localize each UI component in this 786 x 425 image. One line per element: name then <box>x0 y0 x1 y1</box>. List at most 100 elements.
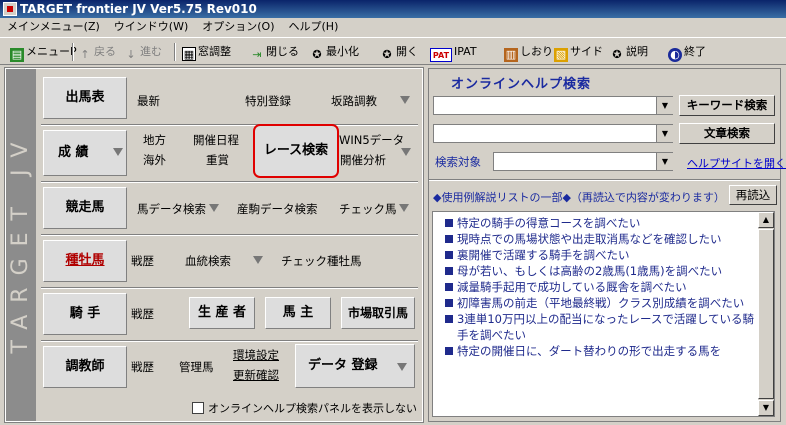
shutsuba-button[interactable]: 出馬表 <box>43 77 127 119</box>
text-combo[interactable]: ▼ <box>433 124 673 143</box>
link-meeting-analysis[interactable]: 開催分析 <box>340 152 386 168</box>
chevron-down-icon[interactable] <box>113 148 123 156</box>
toolbar-help[interactable]: ✪ 説明 <box>610 43 648 61</box>
example-list-header: ◆使用例解説リストの一部◆（再読込で内容が変わります） <box>433 191 725 204</box>
link-graded[interactable]: 重賞 <box>206 152 229 168</box>
window-title: TARGET frontier JV Ver5.75 Rev010 <box>20 2 257 16</box>
help-site-link[interactable]: ヘルプサイトを開く <box>687 155 786 171</box>
kishu-button[interactable]: 騎 手 <box>43 293 127 335</box>
link-managed-horses[interactable]: 管理馬 <box>179 359 214 375</box>
link-pedigree-search[interactable]: 血統検索 <box>185 253 231 269</box>
toolbar: ▤ メニューP ↑ 戻る ↓ 進む ▦ 窓調整 ⇥ 閉じる ✪ 最小化 ✪ 開く PAT IPA… <box>0 37 786 65</box>
toolbar-bookmark[interactable]: ▥ しおり <box>504 43 553 62</box>
choukyou-button[interactable]: 調教師 <box>43 346 127 388</box>
chevron-down-icon[interactable] <box>397 363 407 371</box>
list-item[interactable]: 特定の開催日に、ダート替わりの形で出走する馬を <box>433 343 757 359</box>
search-target-combo[interactable]: ▼ <box>493 152 673 171</box>
link-jockey-record[interactable]: 戦歴 <box>131 306 154 322</box>
list-item[interactable]: 母が若い、もしくは高齢の2歳馬(1歳馬)を調べたい <box>433 263 757 279</box>
minimize-icon: ✪ <box>312 48 322 61</box>
link-sire-record[interactable]: 戦歴 <box>131 253 154 269</box>
market-horse-button[interactable]: 市場取引馬 <box>341 297 415 329</box>
bookmark-icon: ▥ <box>504 48 518 62</box>
chevron-down-icon[interactable]: ▼ <box>656 125 673 142</box>
link-schedule[interactable]: 開催日程 <box>193 132 239 148</box>
text-search-button[interactable]: 文章検索 <box>679 123 775 144</box>
link-progeny-search[interactable]: 産駒データ検索 <box>237 201 318 217</box>
list-item[interactable]: 3連単10万円以上の配当になったレースで活躍している騎手を調べたい <box>433 311 757 343</box>
chevron-down-icon[interactable] <box>399 204 409 212</box>
toolbar-ipat[interactable]: PAT IPAT <box>430 43 477 62</box>
link-check-horse[interactable]: チェック馬 <box>339 201 397 217</box>
link-check-sire[interactable]: チェック種牡馬 <box>281 253 362 269</box>
link-trainer-record[interactable]: 戦歴 <box>131 359 154 375</box>
example-list[interactable]: 特定の騎手の得意コースを調べたい 現時点での馬場状態や出走取消馬などを確認したい… <box>432 211 775 417</box>
link-latest[interactable]: 最新 <box>137 93 160 109</box>
section-choukyou: 調教師 戦歴 管理馬 環境設定 更新確認 データ 登録 <box>41 342 418 396</box>
toolbar-forward[interactable]: ↓ 進む <box>124 43 162 61</box>
toolbar-close[interactable]: ⇥ 閉じる <box>250 43 299 61</box>
reload-button[interactable]: 再読込 <box>729 185 777 205</box>
scroll-thumb[interactable] <box>758 229 774 399</box>
link-local[interactable]: 地方 <box>143 132 166 148</box>
exit-icon: ◐ <box>668 48 682 62</box>
link-win5[interactable]: WIN5データ <box>339 132 404 148</box>
chevron-down-icon[interactable] <box>400 96 410 104</box>
checkbox-box[interactable] <box>192 402 204 414</box>
keyword-combo[interactable]: ▼ <box>433 96 673 115</box>
list-item[interactable]: 特定の騎手の得意コースを調べたい <box>433 215 757 231</box>
link-horse-search[interactable]: 馬データ検索 <box>137 201 206 217</box>
chevron-down-icon[interactable] <box>253 256 263 264</box>
breeder-button[interactable]: 生 産 者 <box>189 297 255 329</box>
chevron-down-icon[interactable]: ▼ <box>656 97 673 114</box>
section-shutsuba: 出馬表 最新 特別登録 坂路調教 <box>41 71 418 125</box>
list-scrollbar[interactable]: ▲ ▼ <box>758 212 774 416</box>
link-overseas[interactable]: 海外 <box>143 152 166 168</box>
shubo-button[interactable]: 種牡馬 <box>43 240 127 282</box>
scroll-down-icon[interactable]: ▼ <box>758 400 774 416</box>
hide-help-panel-checkbox[interactable]: オンラインヘルプ検索パネルを表示しない <box>192 400 417 415</box>
toolbar-back[interactable]: ↑ 戻る <box>78 43 116 61</box>
keyword-search-button[interactable]: キーワード検索 <box>679 95 775 116</box>
section-kyousouba: 競走馬 馬データ検索 産駒データ検索 チェック馬 <box>41 183 418 235</box>
toolbar-open[interactable]: ✪ 開く <box>380 43 418 61</box>
menu-option[interactable]: オプション(O) <box>195 18 281 36</box>
menu-help[interactable]: ヘルプ(H) <box>282 18 346 36</box>
help-icon: ✪ <box>612 48 622 61</box>
list-item[interactable]: 裏開催で活躍する騎手を調べたい <box>433 247 757 263</box>
section-kishu: 騎 手 戦歴 生 産 者 馬 主 市場取引馬 <box>41 289 418 341</box>
menu-main[interactable]: メインメニュー(Z) <box>0 18 107 36</box>
list-item[interactable]: 現時点での馬場状態や出走取消馬などを確認したい <box>433 231 757 247</box>
list-item[interactable]: 初障害馬の前走（平地最終戦）クラス別成績を調べたい <box>433 295 757 311</box>
list-item[interactable]: 減量騎手起用で成功している厩舎を調べたい <box>433 279 757 295</box>
online-help-panel: オンラインヘルプ検索 ▼ キーワード検索 ▼ 文章検索 検索対象 ▼ ヘルプサイ… <box>428 68 786 422</box>
main-menu-panel: TARGET JV 出馬表 最新 特別登録 坂路調教 成 績 地方 開催日程 海… <box>4 67 424 423</box>
toolbar-exit[interactable]: ◐ 終了 <box>668 43 706 62</box>
toolbar-minimize[interactable]: ✪ 最小化 <box>310 43 359 61</box>
up-arrow-icon: ↑ <box>80 48 90 61</box>
chevron-down-icon[interactable] <box>209 204 219 212</box>
title-bar: TARGET frontier JV Ver5.75 Rev010 <box>0 0 786 18</box>
chevron-down-icon[interactable] <box>401 148 411 156</box>
section-seiseki: 成 績 地方 開催日程 海外 重賞 レース検索 WIN5データ 開催分析 <box>41 124 418 182</box>
link-update-check[interactable]: 更新確認 <box>233 367 279 383</box>
link-hill-training[interactable]: 坂路調教 <box>331 93 377 109</box>
menu-window[interactable]: ウインドウ(W) <box>107 18 195 36</box>
app-icon <box>3 2 17 16</box>
section-shubo: 種牡馬 戦歴 血統検索 チェック種牡馬 <box>41 236 418 288</box>
toolbar-separator <box>174 43 176 61</box>
owner-button[interactable]: 馬 主 <box>265 297 331 329</box>
kyousouba-button[interactable]: 競走馬 <box>43 187 127 229</box>
scroll-up-icon[interactable]: ▲ <box>758 212 774 228</box>
menu-icon: ▤ <box>10 48 24 62</box>
pat-icon: PAT <box>430 48 452 62</box>
link-special-entry[interactable]: 特別登録 <box>245 93 291 109</box>
toolbar-window-adjust[interactable]: ▦ 窓調整 <box>182 43 231 61</box>
menu-bar: メインメニュー(Z) ウインドウ(W) オプション(O) ヘルプ(H) <box>0 18 786 36</box>
link-env-settings[interactable]: 環境設定 <box>233 347 279 363</box>
chevron-down-icon[interactable]: ▼ <box>656 153 673 170</box>
toolbar-side[interactable]: ▧ サイド <box>554 43 603 62</box>
race-search-button[interactable]: レース検索 <box>253 124 339 178</box>
search-target-label: 検索対象 <box>435 155 481 169</box>
toolbar-menu-p[interactable]: ▤ メニューP <box>10 43 77 62</box>
